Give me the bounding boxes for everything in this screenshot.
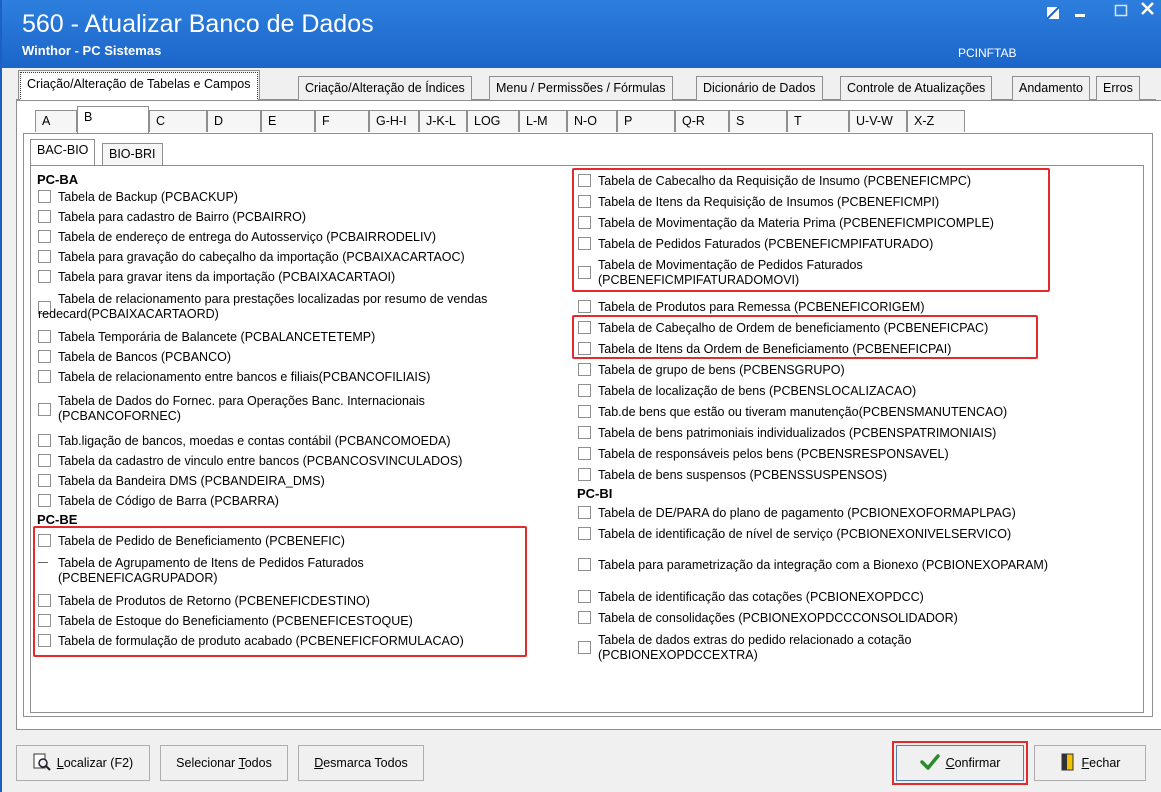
find-icon [33, 753, 51, 774]
letter-tab-bar: A B C D E F G-H-I J-K-L LOG L-M N-O P Q-… [29, 106, 989, 133]
maximize-icon[interactable] [1114, 2, 1128, 25]
tab-bio-bri[interactable]: BIO-BRI [102, 143, 163, 165]
tab-bac-bio[interactable]: BAC-BIO [30, 139, 96, 166]
tab-letter-d[interactable]: D [207, 110, 261, 132]
selecionar-todos-label: Selecionar Todos [176, 756, 272, 770]
tab-letter-e[interactable]: E [261, 110, 315, 132]
checkbox[interactable] [578, 611, 591, 624]
checkbox[interactable] [578, 426, 591, 439]
main-tab-bar: Criação/Alteração de Tabelas e Campos Cr… [16, 70, 1156, 103]
checkbox[interactable] [578, 174, 591, 187]
checkbox[interactable] [578, 384, 591, 397]
restore-icon[interactable] [1046, 4, 1060, 25]
tab-controle-atualizacoes[interactable]: Controle de Atualizações [840, 76, 993, 100]
tab-letter-no[interactable]: N-O [567, 110, 617, 132]
main-panel: A B C D E F G-H-I J-K-L LOG L-M N-O P Q-… [16, 100, 1161, 730]
confirmar-button[interactable]: Confirmar [892, 741, 1028, 785]
group-label-pc-be: PC-BE [37, 512, 78, 527]
tab-letter-s[interactable]: S [729, 110, 787, 132]
tab-letter-xz[interactable]: X-Z [907, 110, 965, 132]
app-window: 560 - Atualizar Banco de Dados Winthor -… [0, 0, 1161, 792]
checkbox[interactable] [578, 641, 591, 654]
checkbox[interactable] [38, 594, 51, 607]
door-exit-icon [1060, 753, 1076, 774]
tab-letter-f[interactable]: F [315, 110, 369, 132]
minimize-icon[interactable] [1074, 2, 1088, 25]
checkbox[interactable] [38, 454, 51, 467]
checkbox[interactable] [38, 350, 51, 363]
desmarca-todos-label: Desmarca Todos [314, 756, 408, 770]
checkbox[interactable] [578, 266, 591, 279]
checkbox[interactable] [38, 434, 51, 447]
desmarca-todos-button[interactable]: Desmarca Todos [298, 745, 424, 781]
tab-criacao-indices[interactable]: Criação/Alteração de Índices [298, 76, 472, 100]
tab-letter-a[interactable]: A [35, 110, 77, 132]
tab-letter-ghi[interactable]: G-H-I [369, 110, 419, 132]
window-subtitle: Winthor - PC Sistemas [22, 43, 162, 58]
checkbox[interactable] [38, 634, 51, 647]
tab-letter-log[interactable]: LOG [467, 110, 519, 132]
checkbox[interactable] [578, 468, 591, 481]
checkbox[interactable] [38, 330, 51, 343]
checkbox[interactable] [38, 403, 51, 416]
tab-menu-permissoes[interactable]: Menu / Permissões / Fórmulas [489, 76, 673, 100]
checkbox[interactable] [578, 558, 591, 571]
group-label-pc-bi: PC-BI [577, 486, 613, 501]
checkbox[interactable] [578, 363, 591, 376]
tab-letter-p[interactable]: P [617, 110, 675, 132]
fechar-button[interactable]: Fechar [1034, 745, 1146, 781]
localizar-label: Localizar (F2) [56, 756, 134, 770]
checkbox[interactable] [578, 321, 591, 334]
checkbox[interactable] [578, 590, 591, 603]
window-title: 560 - Atualizar Banco de Dados [22, 10, 374, 38]
tab-letter-b[interactable]: B [77, 106, 149, 133]
fechar-label: Fechar [1081, 756, 1121, 770]
checkmark-icon [919, 753, 940, 774]
tab-letter-c[interactable]: C [149, 110, 207, 132]
tab-letter-uvw[interactable]: U-V-W [849, 110, 907, 132]
checkbox[interactable] [38, 230, 51, 243]
tab-letter-lm[interactable]: L-M [519, 110, 567, 132]
checkbox[interactable] [38, 494, 51, 507]
checkbox[interactable] [38, 370, 51, 383]
checkbox[interactable] [578, 216, 591, 229]
checkbox[interactable] [38, 614, 51, 627]
tab-erros[interactable]: Erros [1096, 76, 1140, 100]
tab-dicionario[interactable]: Dicionário de Dados [696, 76, 823, 100]
confirmar-label: Confirmar [945, 756, 1001, 770]
checkbox[interactable] [38, 534, 51, 547]
checkbox[interactable] [578, 342, 591, 355]
tab-andamento[interactable]: Andamento [1012, 76, 1090, 100]
checkbox[interactable] [578, 237, 591, 250]
routine-code: PCINFTAB [958, 46, 1017, 60]
checkbox[interactable] [38, 250, 51, 263]
checkbox[interactable] [38, 190, 51, 203]
checkbox[interactable] [38, 210, 51, 223]
close-icon[interactable] [1140, 0, 1156, 23]
checkbox[interactable] [38, 474, 51, 487]
tab-letter-qr[interactable]: Q-R [675, 110, 729, 132]
tab-letter-t[interactable]: T [787, 110, 849, 132]
checkbox[interactable] [578, 527, 591, 540]
checkbox[interactable] [38, 270, 51, 283]
checkbox[interactable] [578, 300, 591, 313]
checkbox[interactable] [38, 562, 48, 563]
selecionar-todos-button[interactable]: Selecionar Todos [160, 745, 288, 781]
group-label-pc-ba: PC-BA [37, 172, 79, 187]
localizar-button[interactable]: Localizar (F2) [16, 745, 150, 781]
tab-letter-jkl[interactable]: J-K-L [419, 110, 467, 132]
checkbox[interactable] [578, 405, 591, 418]
tab-criacao-tabelas[interactable]: Criação/Alteração de Tabelas e Campos [18, 70, 260, 103]
letter-panel: BAC-BIO BIO-BRI PC-BA Tabela de Backup (… [23, 133, 1153, 717]
checkbox[interactable] [578, 506, 591, 519]
title-bar: 560 - Atualizar Banco de Dados Winthor -… [2, 0, 1161, 68]
checkbox[interactable] [578, 447, 591, 460]
checkbox[interactable] [578, 195, 591, 208]
table-checklist: PC-BA Tabela de Backup (PCBACKUP) Tabela… [30, 165, 1144, 713]
